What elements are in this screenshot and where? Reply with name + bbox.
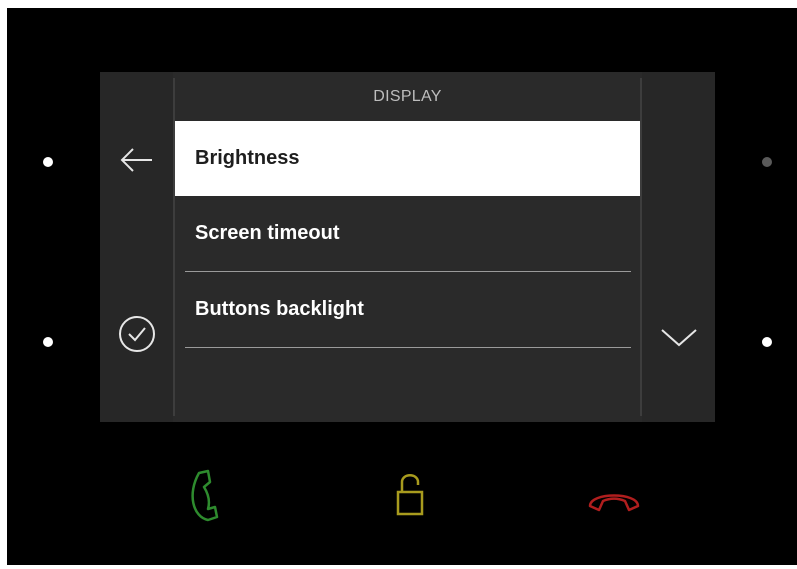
menu-item-screen-timeout[interactable]: Screen timeout	[175, 196, 640, 271]
menu-item-brightness[interactable]: Brightness	[175, 121, 640, 196]
confirm-button[interactable]	[114, 314, 160, 354]
menu-item-label: Brightness	[195, 147, 300, 169]
right-bottom-hardware-button[interactable]	[762, 337, 772, 347]
display-screen: DISPLAY Brightness Screen timeout Button…	[100, 72, 715, 422]
intercom-device: DISPLAY Brightness Screen timeout Button…	[7, 8, 797, 565]
check-circle-icon	[119, 316, 155, 352]
left-top-hardware-button[interactable]	[43, 157, 53, 167]
chevron-down-icon	[661, 329, 697, 347]
menu-item-label: Buttons backlight	[195, 298, 364, 320]
menu-divider	[185, 347, 631, 348]
end-call-button[interactable]	[583, 478, 645, 514]
scroll-down-button[interactable]	[656, 322, 702, 352]
unlock-button[interactable]	[390, 466, 430, 520]
end-call-icon	[588, 494, 640, 512]
accept-call-button[interactable]	[179, 463, 229, 525]
right-button-column	[642, 72, 715, 422]
accept-call-icon	[191, 469, 219, 522]
menu-item-buttons-backlight[interactable]: Buttons backlight	[175, 272, 640, 347]
menu-item-label: Screen timeout	[195, 222, 340, 244]
unlock-icon	[396, 474, 424, 516]
screen-title: DISPLAY	[373, 88, 442, 105]
left-bottom-hardware-button[interactable]	[43, 337, 53, 347]
left-button-column	[100, 72, 173, 422]
back-arrow-icon	[120, 148, 152, 172]
back-button[interactable]	[114, 142, 160, 178]
right-top-hardware-button[interactable]	[762, 157, 772, 167]
right-separator	[640, 78, 642, 416]
